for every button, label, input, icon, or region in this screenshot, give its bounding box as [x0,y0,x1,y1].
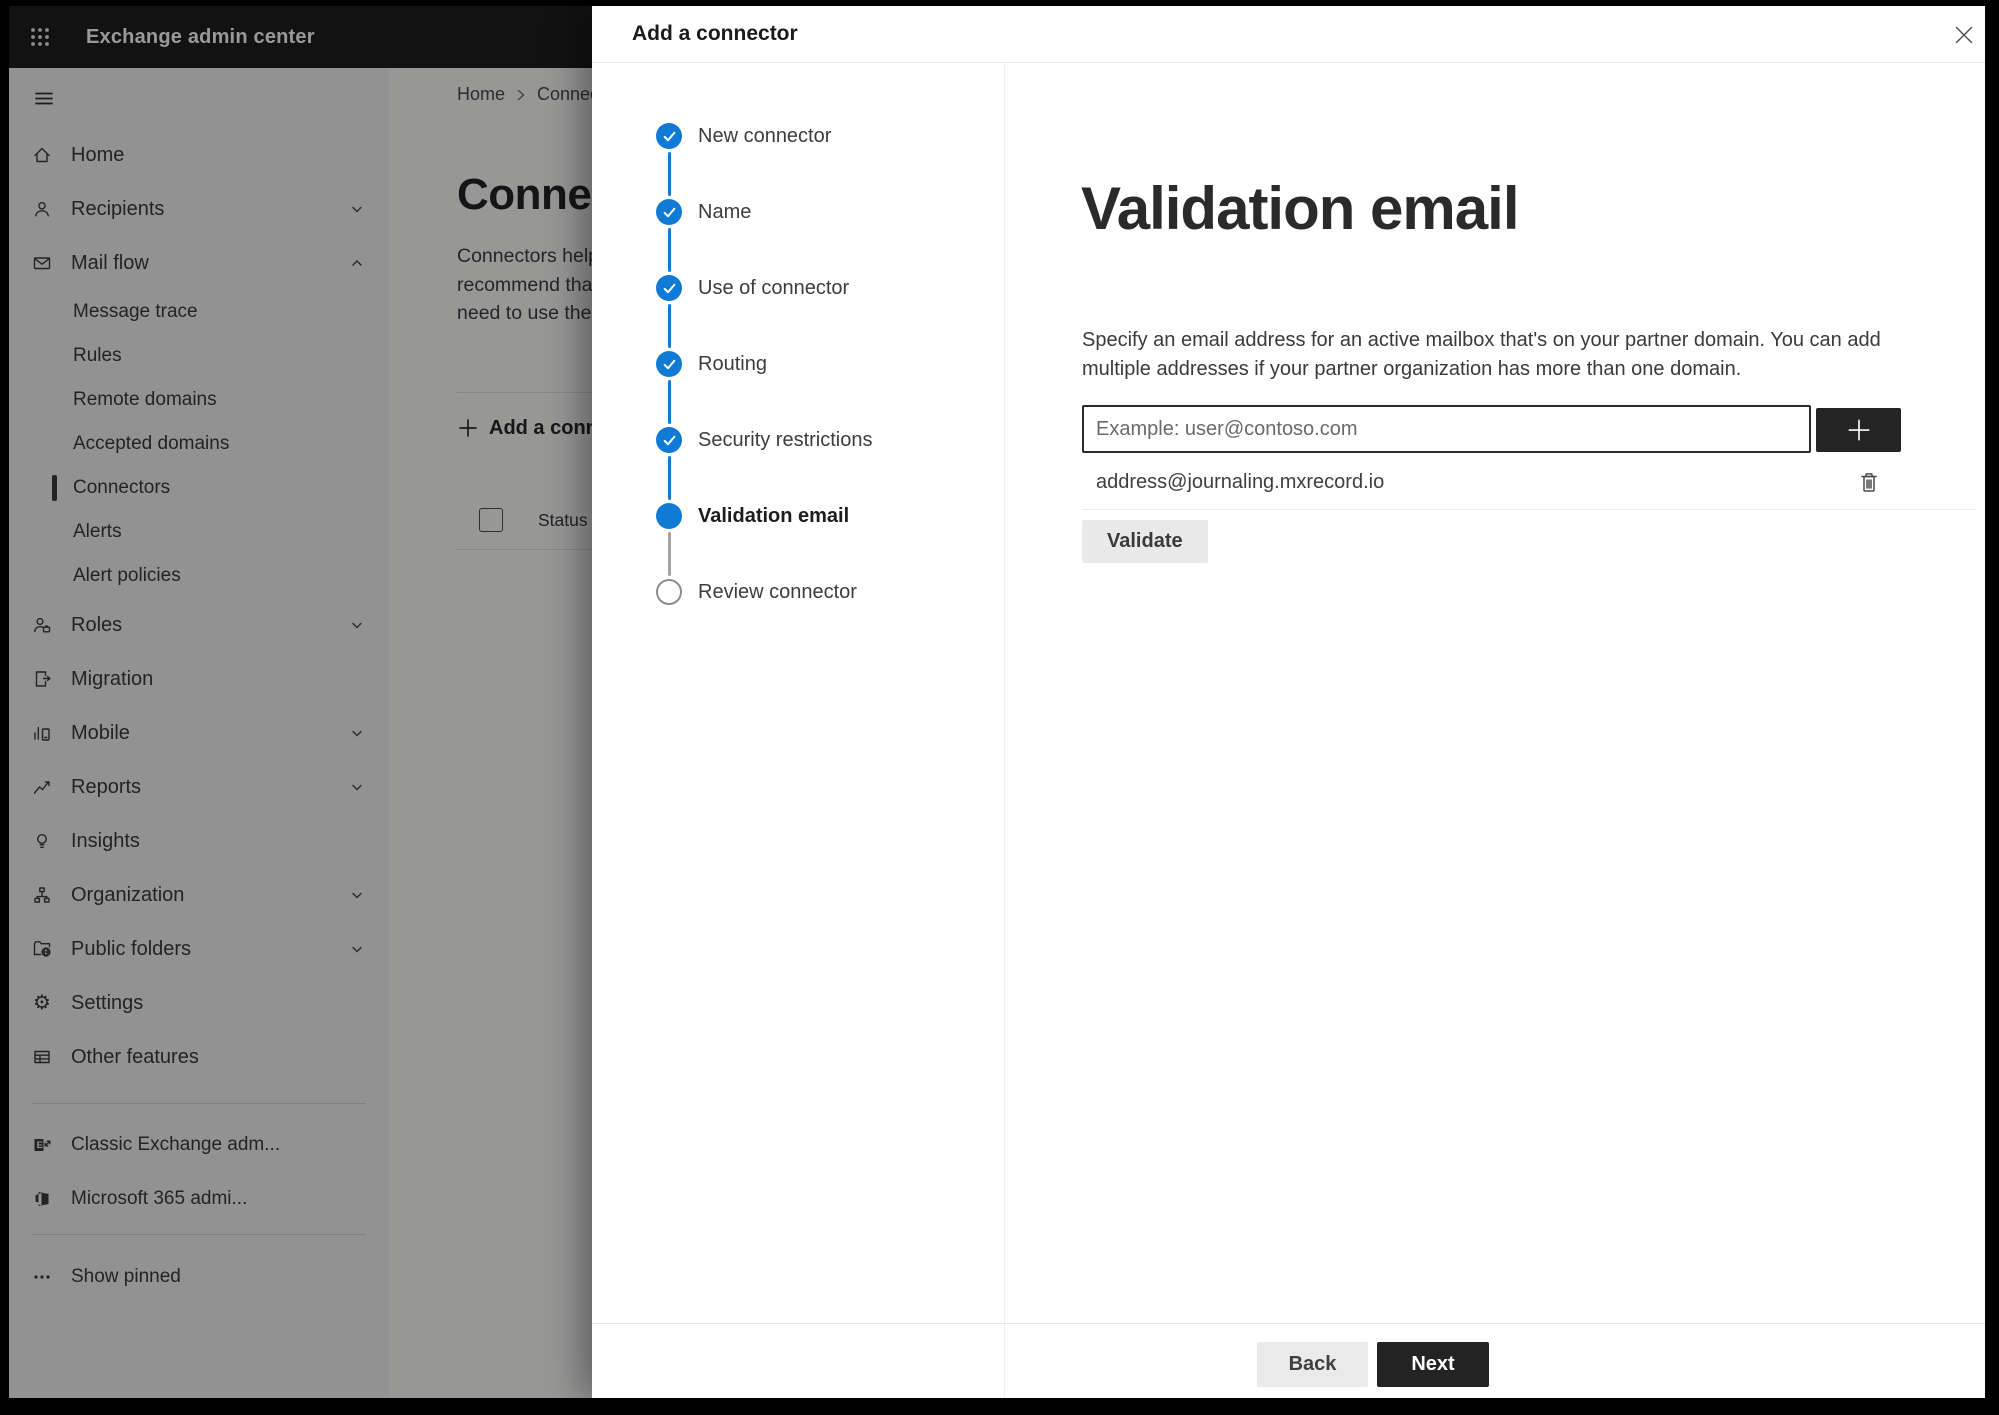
dialog-header: Add a connector [592,6,1985,63]
step-done-icon [656,275,682,301]
delete-address-button[interactable] [1854,467,1884,499]
email-address-input[interactable] [1082,405,1811,453]
step-connector-line [667,380,671,424]
description-line: multiple addresses if your partner organ… [1082,358,1742,380]
dialog-page-title: Validation email [1081,175,1519,242]
validate-button[interactable]: Validate [1082,520,1208,563]
step-connector-line [667,304,671,348]
dialog-title: Add a connector [632,22,798,45]
step-done-icon [656,427,682,453]
step-done-icon [656,123,682,149]
step-label: Use of connector [698,276,850,299]
step-connector-line [667,456,671,500]
dialog-page-description: Specify an email address for an active m… [1082,326,1881,384]
close-icon [1955,26,1973,44]
email-address-value: address@journaling.mxrecord.io [1096,471,1385,493]
step-todo-icon [656,579,682,605]
description-line: Specify an email address for an active m… [1082,329,1881,351]
step-connector-line [667,228,671,272]
step-label: New connector [698,124,832,147]
back-button[interactable]: Back [1257,1342,1368,1387]
wizard-stepper: New connector Name Use of connector Rout… [592,63,1005,1398]
step-current-icon [656,503,682,529]
step-label: Name [698,200,752,223]
next-button[interactable]: Next [1377,1342,1489,1387]
screen: Exchange admin center Home Recipients Ma… [9,6,1985,1398]
step-connector-line [667,152,671,196]
add-email-button[interactable] [1816,408,1901,452]
trash-icon [1861,472,1877,492]
close-button[interactable] [1947,18,1981,52]
step-done-icon [656,199,682,225]
add-connector-dialog: Add a connector New connector Name Use o… [592,6,1985,1398]
step-done-icon [656,351,682,377]
plus-icon [1847,419,1870,441]
step-label: Validation email [698,504,850,527]
step-label: Security restrictions [698,428,873,451]
step-label: Review connector [698,580,857,603]
email-address-row: address@journaling.mxrecord.io [1082,456,1976,510]
step-label: Routing [698,352,767,375]
step-connector-line [667,532,671,576]
footer-divider [592,1323,1985,1324]
